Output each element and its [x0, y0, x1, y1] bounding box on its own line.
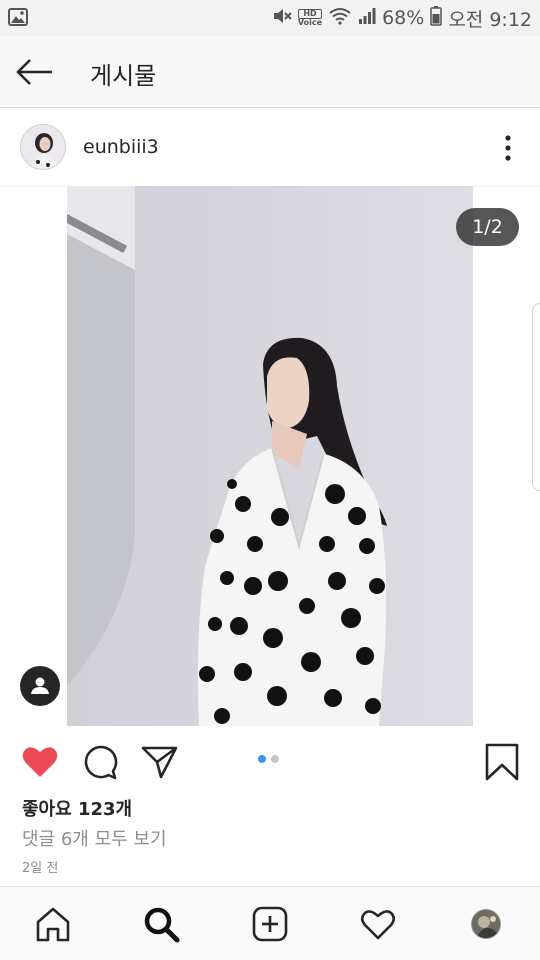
post-header: eunbiii3: [0, 109, 540, 187]
post-actions: [0, 728, 540, 794]
edge-panel-handle[interactable]: [532, 303, 540, 491]
post-timestamp: 2일 전: [22, 861, 59, 876]
hd-voice-badge: HD Voice: [297, 9, 323, 27]
heart-icon[interactable]: [20, 742, 60, 782]
user-tag-icon[interactable]: [20, 666, 60, 706]
page-title: 게시물: [90, 62, 157, 90]
search-icon[interactable]: [142, 905, 180, 943]
image-icon: [8, 8, 28, 30]
bookmark-icon[interactable]: [482, 742, 522, 782]
wifi-icon: [328, 7, 352, 30]
carousel-dot: [271, 755, 279, 763]
profile-avatar[interactable]: [471, 909, 501, 939]
page-indicator: 1/2: [456, 208, 519, 246]
post-photo[interactable]: [67, 186, 473, 726]
carousel-dots: [258, 755, 279, 763]
back-arrow-icon[interactable]: [14, 54, 54, 90]
battery-percent: 68%: [382, 7, 425, 29]
add-post-icon[interactable]: [251, 905, 289, 943]
view-all-comments-link[interactable]: 댓글 6개 모두 보기: [22, 825, 167, 851]
voice-label: Voice: [297, 18, 323, 27]
battery-icon: [430, 5, 443, 31]
signal-icon: [358, 7, 376, 30]
avatar[interactable]: [20, 124, 66, 170]
clock: 오전 9:12: [448, 8, 532, 31]
mute-icon: [272, 7, 292, 30]
home-icon[interactable]: [34, 905, 72, 943]
carousel-dot: [258, 755, 266, 763]
app-header: 게시물: [0, 36, 540, 108]
more-options-icon[interactable]: [500, 133, 516, 163]
comment-icon[interactable]: [80, 742, 120, 782]
activity-heart-icon[interactable]: [359, 905, 397, 943]
share-icon[interactable]: [140, 742, 180, 782]
like-count[interactable]: 좋아요 123개: [22, 795, 132, 821]
bottom-nav: [0, 886, 540, 960]
status-bar: HD Voice 68% 오전 9:12: [0, 0, 540, 36]
username[interactable]: eunbiii3: [83, 136, 159, 158]
